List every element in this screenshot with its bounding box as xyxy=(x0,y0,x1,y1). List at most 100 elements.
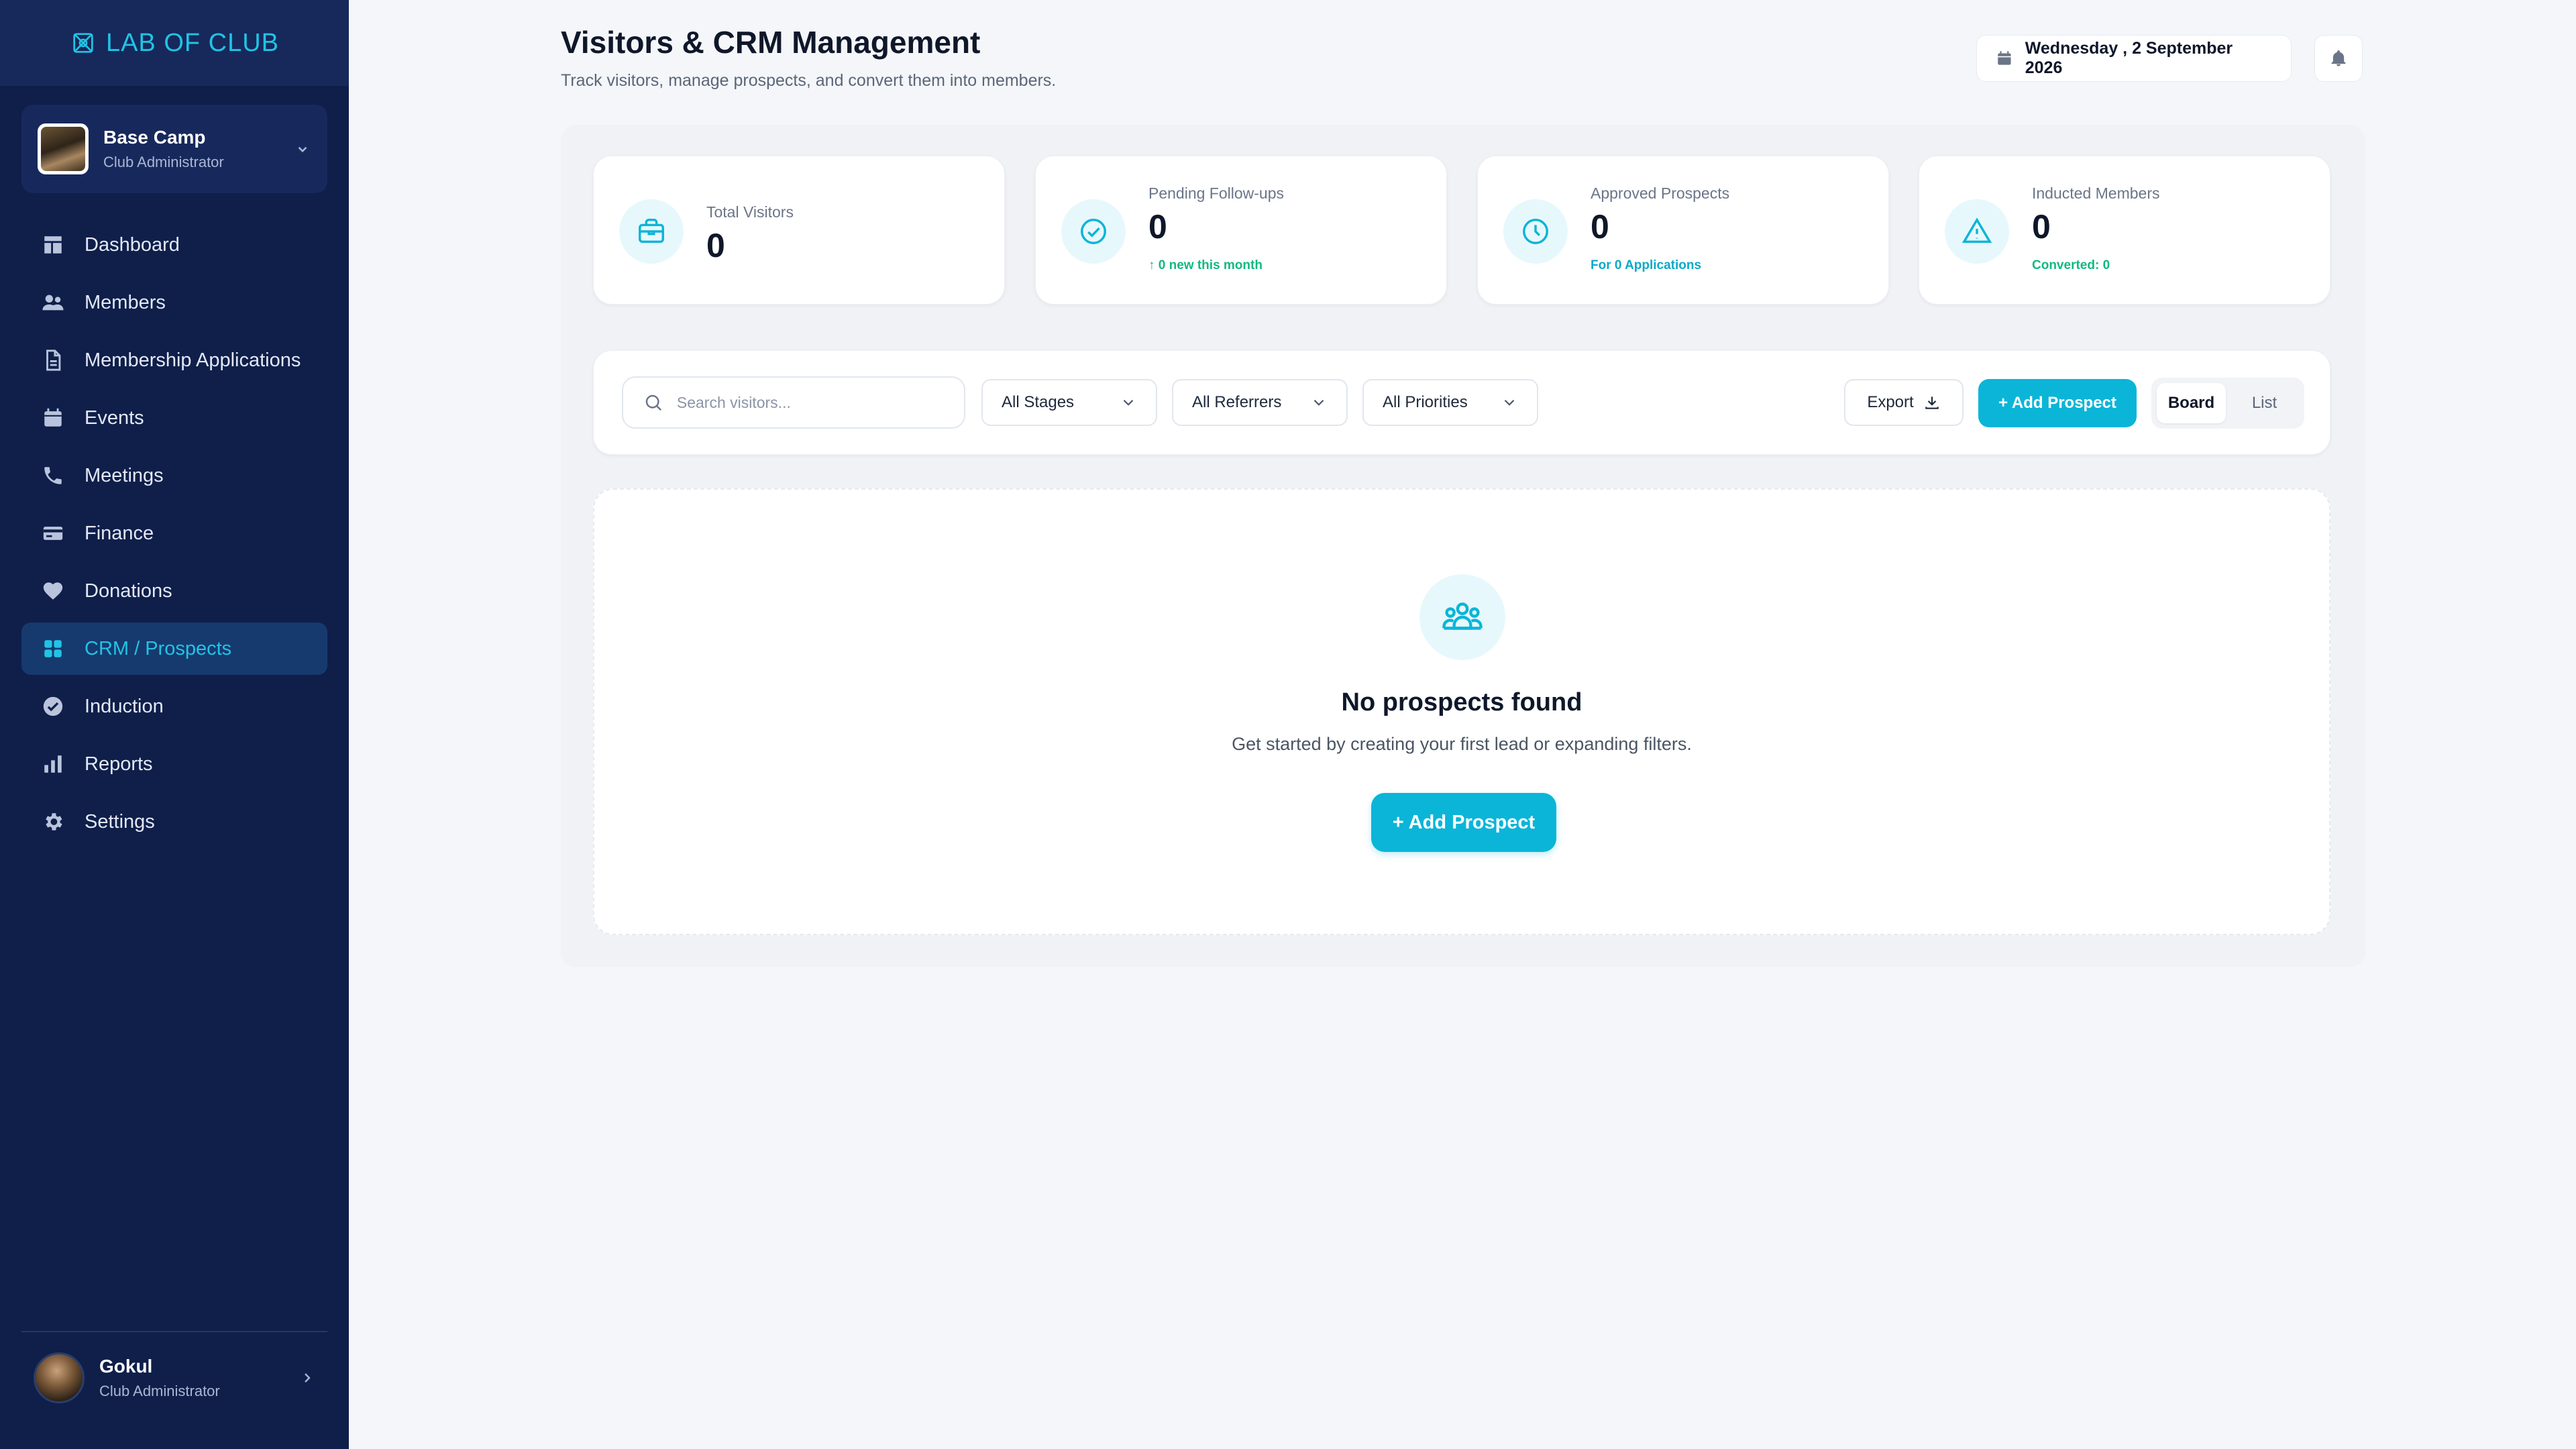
logo[interactable]: LAB OF CLUB xyxy=(0,0,349,86)
add-prospect-button[interactable]: + Add Prospect xyxy=(1978,379,2137,427)
stat-trend: ↑ 0 new this month xyxy=(1148,258,1263,272)
document-icon xyxy=(46,350,61,371)
empty-state-icon-wrap xyxy=(1419,574,1505,660)
org-switcher[interactable]: Base Camp Club Administrator xyxy=(21,105,327,193)
stat-value: 0 xyxy=(1591,208,1609,246)
sidebar-item-label: Settings xyxy=(85,810,155,833)
stat-sub: Converted: 0 xyxy=(2032,258,2110,272)
sidebar: LAB OF CLUB Base Camp Club Administrator… xyxy=(0,0,349,1449)
stat-icon-wrap xyxy=(1945,199,2009,264)
stat-value: 0 xyxy=(1148,208,1167,246)
avatar xyxy=(34,1352,85,1403)
stat-icon-wrap xyxy=(1503,199,1568,264)
sidebar-nav: Dashboard Members Membership Application… xyxy=(21,219,327,853)
stage-filter[interactable]: All Stages xyxy=(981,379,1157,426)
stat-label: Approved Prospects xyxy=(1591,184,1730,202)
briefcase-icon xyxy=(639,219,664,244)
view-toggle: Board List xyxy=(2151,378,2304,429)
search-icon xyxy=(645,394,662,411)
sidebar-item-members[interactable]: Members xyxy=(21,276,327,329)
notifications-button[interactable] xyxy=(2314,35,2363,82)
sidebar-item-induction[interactable]: Induction xyxy=(21,680,327,733)
stat-card-inducted-members: Inducted Members 0 Converted: 0 xyxy=(1919,156,2330,305)
user-profile[interactable]: Gokul Club Administrator xyxy=(34,1352,315,1403)
user-name: Gokul xyxy=(99,1356,153,1377)
stat-icon-wrap xyxy=(1061,199,1126,264)
sidebar-item-donations[interactable]: Donations xyxy=(21,565,327,617)
empty-state: No prospects found Get started by creati… xyxy=(593,488,2330,935)
users-group-icon xyxy=(1442,602,1483,630)
referrer-filter[interactable]: All Referrers xyxy=(1172,379,1348,426)
sidebar-item-label: Meetings xyxy=(85,464,164,486)
sidebar-item-label: Donations xyxy=(85,580,172,602)
sidebar-item-label: Dashboard xyxy=(85,233,180,256)
bell-icon xyxy=(2331,50,2346,66)
sidebar-item-label: Finance xyxy=(85,522,154,544)
referrer-filter-value: All Referrers xyxy=(1192,393,1282,411)
org-role: Club Administrator xyxy=(103,154,224,170)
sidebar-item-settings[interactable]: Settings xyxy=(21,796,327,848)
chevron-down-icon xyxy=(1123,399,1134,406)
sidebar-item-crm-prospects[interactable]: CRM / Prospects xyxy=(21,623,327,675)
export-button[interactable]: Export xyxy=(1844,379,1964,426)
empty-add-prospect-button[interactable]: + Add Prospect xyxy=(1371,793,1556,852)
view-list-option[interactable]: List xyxy=(2230,383,2299,423)
user-role: Club Administrator xyxy=(99,1383,220,1399)
org-name: Base Camp xyxy=(103,127,206,148)
stat-sub: For 0 Applications xyxy=(1591,258,1702,272)
credit-card-icon xyxy=(43,527,63,540)
stat-card-approved-prospects: Approved Prospects 0 For 0 Applications xyxy=(1477,156,1889,305)
sidebar-item-label: Members xyxy=(85,291,166,313)
dashboard-icon xyxy=(44,236,62,254)
sidebar-item-label: Membership Applications xyxy=(85,349,301,371)
stage-filter-value: All Stages xyxy=(1002,393,1075,411)
page-title: Visitors & CRM Management xyxy=(561,25,981,60)
chevron-down-icon xyxy=(1504,399,1515,406)
alert-triangle-icon xyxy=(1962,217,1992,244)
logo-text: LAB OF CLUB xyxy=(105,28,280,57)
sidebar-item-events[interactable]: Events xyxy=(21,392,327,444)
heart-icon xyxy=(43,582,63,600)
sidebar-item-finance[interactable]: Finance xyxy=(21,507,327,559)
logo-icon xyxy=(73,33,93,53)
empty-state-description: Get started by creating your first lead … xyxy=(1232,734,1692,754)
export-label: Export xyxy=(1867,393,1914,411)
sidebar-item-membership-applications[interactable]: Membership Applications xyxy=(21,334,327,386)
check-circle-icon xyxy=(43,696,63,716)
calendar-icon xyxy=(1998,51,2011,65)
stat-value: 0 xyxy=(2032,208,2051,246)
search-input[interactable] xyxy=(676,393,944,412)
sidebar-item-label: CRM / Prospects xyxy=(85,637,232,659)
date-display: Wednesday , 2 September 2026 xyxy=(1976,35,2292,82)
calendar-icon xyxy=(44,408,62,427)
sidebar-item-reports[interactable]: Reports xyxy=(21,738,327,790)
sidebar-item-label: Reports xyxy=(85,753,153,775)
check-circle-icon xyxy=(1081,219,1106,244)
stat-label: Total Visitors xyxy=(706,203,794,221)
clock-icon xyxy=(1523,219,1548,244)
stat-card-pending-follow-ups: Pending Follow-ups 0 ↑ 0 new this month xyxy=(1035,156,1447,305)
sidebar-item-label: Induction xyxy=(85,695,164,717)
members-icon xyxy=(42,294,64,311)
page-subtitle: Track visitors, manage prospects, and co… xyxy=(561,71,1057,90)
filter-toolbar: All Stages All Referrers All Priorities … xyxy=(593,350,2330,455)
search-box[interactable] xyxy=(622,376,965,429)
grid-icon xyxy=(44,640,62,657)
phone-icon xyxy=(44,467,62,484)
stat-label: Inducted Members xyxy=(2032,184,2160,202)
download-icon xyxy=(1925,396,1939,409)
sidebar-item-meetings[interactable]: Meetings xyxy=(21,449,327,502)
empty-state-title: No prospects found xyxy=(1341,688,1582,716)
divider xyxy=(21,1331,327,1332)
sidebar-item-dashboard[interactable]: Dashboard xyxy=(21,219,327,271)
date-text: Wednesday , 2 September 2026 xyxy=(2025,39,2233,77)
stat-value: 0 xyxy=(706,227,725,264)
priority-filter-value: All Priorities xyxy=(1383,393,1468,411)
view-board-option[interactable]: Board xyxy=(2157,383,2226,423)
stat-card-total-visitors: Total Visitors 0 xyxy=(593,156,1005,305)
stat-label: Pending Follow-ups xyxy=(1148,184,1285,202)
stat-icon-wrap xyxy=(619,199,684,264)
chevron-down-icon xyxy=(1313,399,1324,406)
priority-filter[interactable]: All Priorities xyxy=(1362,379,1538,426)
bar-chart-icon xyxy=(44,755,62,773)
